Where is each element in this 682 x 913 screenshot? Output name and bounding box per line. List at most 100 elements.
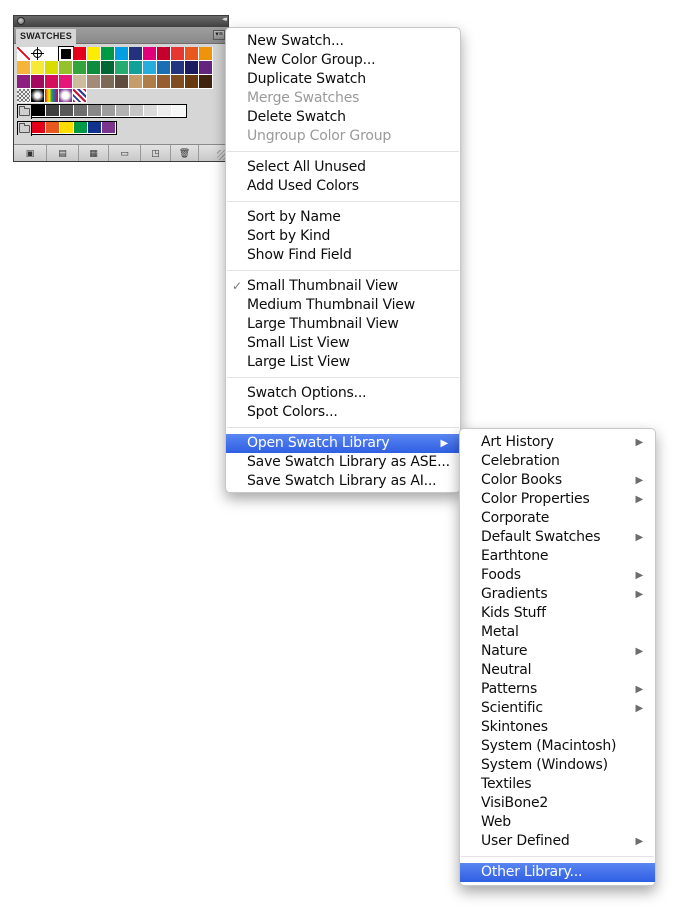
menu-item-small-list-view[interactable]: Small List View (226, 334, 460, 353)
swatch[interactable] (143, 47, 157, 61)
menu-item-show-find-field[interactable]: Show Find Field (226, 246, 460, 265)
library-item-system-macintosh[interactable]: System (Macintosh) (460, 737, 655, 756)
tab-swatches[interactable]: SWATCHES (16, 29, 76, 44)
swatch[interactable] (74, 122, 88, 134)
swatch[interactable] (87, 61, 101, 75)
swatch[interactable] (45, 47, 59, 61)
swatch[interactable] (171, 75, 185, 89)
swatch[interactable] (143, 75, 157, 89)
swatch[interactable] (88, 122, 102, 134)
swatch-gradient-radial-bw[interactable] (31, 89, 45, 103)
swatch[interactable] (46, 105, 60, 117)
library-item-scientific[interactable]: Scientific ▶ (460, 699, 655, 718)
menu-item-delete-swatch[interactable]: Delete Swatch (226, 108, 460, 127)
library-item-nature[interactable]: Nature ▶ (460, 642, 655, 661)
library-item-celebration[interactable]: Celebration (460, 452, 655, 471)
show-swatch-kinds-button[interactable]: ▤ (47, 145, 79, 161)
swatch[interactable] (45, 75, 59, 89)
menu-item-select-all-unused[interactable]: Select All Unused (226, 158, 460, 177)
swatch[interactable] (31, 75, 45, 89)
library-item-kids-stuff[interactable]: Kids Stuff (460, 604, 655, 623)
swatch[interactable] (171, 61, 185, 75)
menu-item-new-color-group[interactable]: New Color Group... (226, 51, 460, 70)
library-item-neutral[interactable]: Neutral (460, 661, 655, 680)
library-item-foods[interactable]: Foods ▶ (460, 566, 655, 585)
library-item-corporate[interactable]: Corporate (460, 509, 655, 528)
swatch[interactable] (185, 47, 199, 61)
collapse-icon[interactable]: ◂◂ (222, 15, 227, 23)
swatch[interactable] (130, 105, 144, 117)
menu-item-open-swatch-library[interactable]: Open Swatch Library ▶ (226, 434, 460, 453)
swatch[interactable] (73, 61, 87, 75)
menu-item-new-swatch[interactable]: New Swatch... (226, 32, 460, 51)
folder-icon[interactable] (18, 105, 32, 119)
swatch[interactable] (32, 122, 46, 134)
swatch[interactable] (59, 75, 73, 89)
library-item-color-properties[interactable]: Color Properties ▶ (460, 490, 655, 509)
swatch[interactable] (58, 46, 74, 62)
color-group-brights[interactable] (17, 121, 117, 136)
swatch[interactable] (101, 61, 115, 75)
swatch[interactable] (102, 105, 116, 117)
swatch[interactable] (144, 105, 158, 117)
library-item-web[interactable]: Web (460, 813, 655, 832)
swatch[interactable] (60, 105, 74, 117)
library-item-metal[interactable]: Metal (460, 623, 655, 642)
swatch[interactable] (31, 61, 45, 75)
swatch[interactable] (199, 75, 213, 89)
swatch[interactable] (87, 75, 101, 89)
swatch[interactable] (115, 47, 129, 61)
swatch[interactable] (101, 75, 115, 89)
delete-swatch-button[interactable]: 🗑 (171, 145, 199, 161)
library-item-gradients[interactable]: Gradients ▶ (460, 585, 655, 604)
swatch-registration[interactable] (31, 47, 45, 61)
swatch[interactable] (88, 105, 102, 117)
library-item-user-defined[interactable]: User Defined ▶ (460, 832, 655, 851)
swatch[interactable] (101, 47, 115, 61)
swatch[interactable] (172, 105, 186, 117)
menu-item-sort-by-name[interactable]: Sort by Name (226, 208, 460, 227)
new-swatch-button[interactable]: ◳ (141, 145, 171, 161)
folder-icon[interactable] (18, 122, 32, 136)
swatch[interactable] (115, 75, 129, 89)
swatch-none[interactable] (17, 47, 31, 61)
panel-menu-button[interactable]: ▾≡ (213, 30, 225, 40)
library-item-default-swatches[interactable]: Default Swatches ▶ (460, 528, 655, 547)
close-icon[interactable] (17, 17, 25, 25)
color-group-grays[interactable] (17, 104, 187, 119)
swatch[interactable] (199, 47, 213, 61)
swatch[interactable] (171, 47, 185, 61)
swatch[interactable] (74, 105, 88, 117)
menu-item-large-thumbnail-view[interactable]: Large Thumbnail View (226, 315, 460, 334)
swatch[interactable] (73, 75, 87, 89)
menu-item-large-list-view[interactable]: Large List View (226, 353, 460, 372)
swatch-pattern-plaid[interactable] (73, 89, 87, 103)
library-item-earthtone[interactable]: Earthtone (460, 547, 655, 566)
swatch[interactable] (102, 122, 116, 134)
menu-item-save-swatch-library-as-ase[interactable]: Save Swatch Library as ASE... (226, 453, 460, 472)
menu-item-spot-colors[interactable]: Spot Colors... (226, 403, 460, 422)
library-item-patterns[interactable]: Patterns ▶ (460, 680, 655, 699)
swatch[interactable] (87, 47, 101, 61)
swatch[interactable] (116, 105, 130, 117)
swatch[interactable] (17, 75, 31, 89)
new-color-group-button[interactable]: ▭ (109, 145, 141, 161)
swatch[interactable] (157, 47, 171, 61)
swatch[interactable] (73, 47, 87, 61)
library-item-color-books[interactable]: Color Books ▶ (460, 471, 655, 490)
swatch[interactable] (115, 61, 129, 75)
menu-item-small-thumbnail-view[interactable]: ✓ Small Thumbnail View (226, 277, 460, 296)
menu-item-add-used-colors[interactable]: Add Used Colors (226, 177, 460, 196)
swatch[interactable] (157, 75, 171, 89)
swatch[interactable] (46, 122, 60, 134)
swatch[interactable] (129, 47, 143, 61)
swatch[interactable] (158, 105, 172, 117)
swatch[interactable] (129, 75, 143, 89)
menu-item-medium-thumbnail-view[interactable]: Medium Thumbnail View (226, 296, 460, 315)
library-item-skintones[interactable]: Skintones (460, 718, 655, 737)
swatch-libraries-button[interactable]: ▣ (14, 145, 47, 161)
library-item-visibone2[interactable]: VisiBone2 (460, 794, 655, 813)
swatch[interactable] (32, 105, 46, 117)
library-item-textiles[interactable]: Textiles (460, 775, 655, 794)
swatch[interactable] (199, 61, 213, 75)
